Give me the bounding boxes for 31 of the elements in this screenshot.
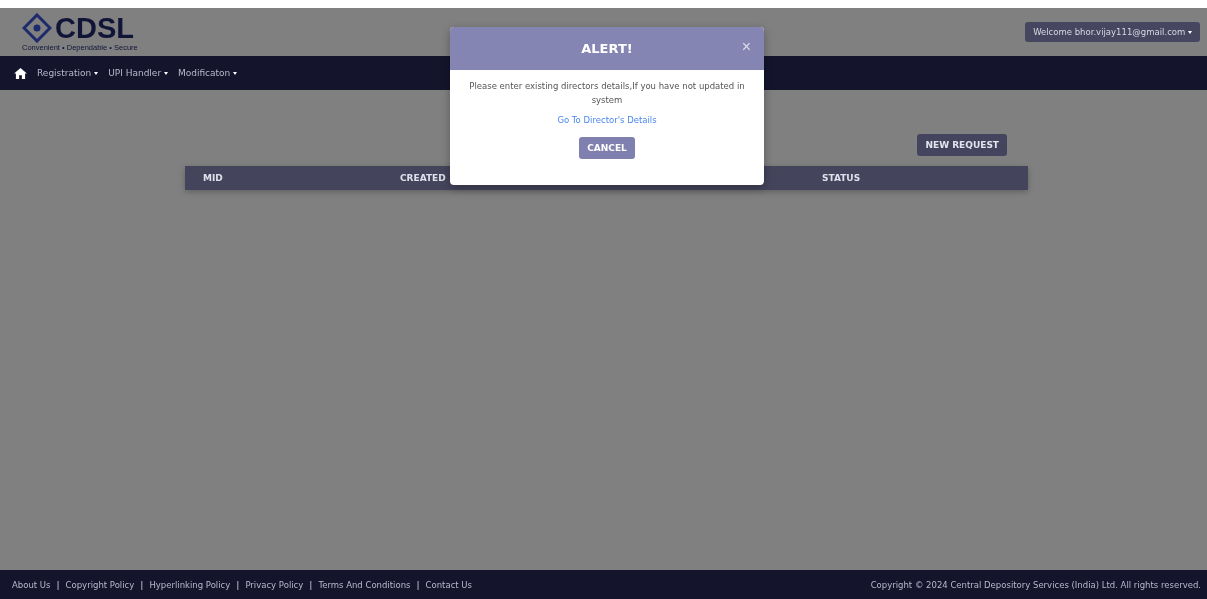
separator: | [140, 579, 144, 590]
caret-icon [1188, 31, 1192, 34]
separator: | [416, 579, 420, 590]
nav-menu-item[interactable]: Registration [37, 68, 99, 78]
alert-message: Please enter existing directors details,If you have not updated in system [468, 80, 746, 107]
column-header: MID [203, 173, 224, 183]
footer-link[interactable]: Privacy Policy [245, 579, 304, 590]
nav-menu-item[interactable]: UPI Handler [108, 68, 168, 78]
logo-icon [22, 12, 52, 43]
logo-text: CDSL [55, 12, 134, 43]
new-request-button[interactable]: NEW REQUEST [917, 134, 1007, 156]
caret-icon [94, 72, 99, 75]
user-menu-button[interactable]: Welcome bhor.vijay111@gmail.com [1025, 22, 1200, 42]
column-header: STATUS [822, 173, 861, 183]
footer-link[interactable]: Terms And Conditions [318, 579, 411, 590]
footer-link[interactable]: Hyperlinking Policy [149, 579, 231, 590]
cancel-button[interactable]: CANCEL [579, 137, 635, 159]
caret-icon [163, 72, 168, 75]
separator: | [56, 579, 60, 590]
dialog-title: ALERT! [581, 41, 633, 56]
nav-menu-item[interactable]: Modificaton [177, 68, 238, 78]
separator: | [236, 579, 240, 590]
copyright-text: Copyright © 2024 Central Depository Services (India) Ltd. All rights reserved. [870, 579, 1201, 590]
column-header: CREATED [400, 173, 447, 183]
directors-details-link[interactable]: Go To Director's Details [557, 115, 657, 125]
caret-icon [233, 72, 238, 75]
home-icon[interactable] [14, 67, 27, 79]
footer-link[interactable]: About Us [12, 579, 51, 590]
footer-link[interactable]: Copyright Policy [65, 579, 135, 590]
separator: | [309, 579, 313, 590]
footer-link[interactable]: Contact Us [425, 579, 472, 590]
